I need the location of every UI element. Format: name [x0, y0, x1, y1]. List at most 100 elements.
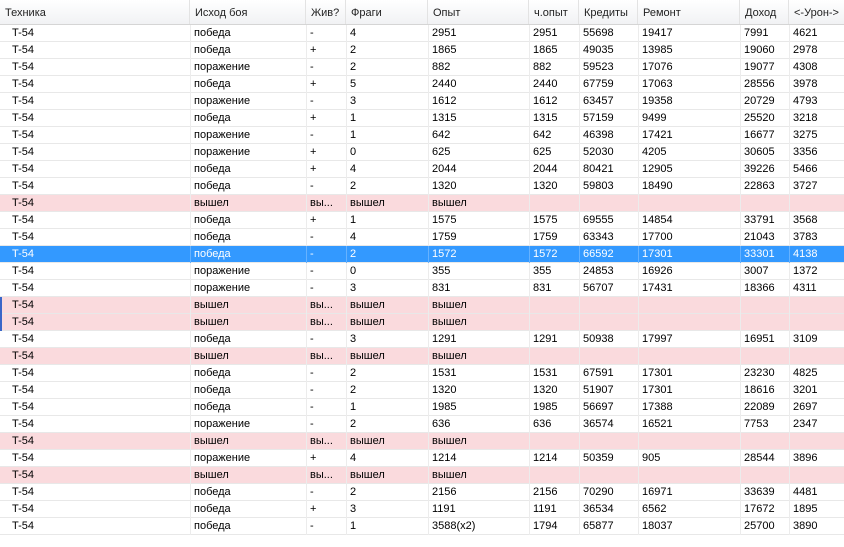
table-row[interactable]: T-54 победа -2 1320 1320 59803 18490 22863 3727 — [0, 178, 844, 195]
column-header-result[interactable]: Исход боя — [190, 0, 306, 24]
column-header-vehicle[interactable]: Техника — [0, 0, 190, 24]
cell-result: поражение — [190, 280, 306, 297]
table-row[interactable]: T-54 поражение -1 642 642 46398 17421 16677 3275 — [0, 127, 844, 144]
table-row[interactable]: T-54 вышел вы... вышел вышел — [0, 348, 844, 365]
cell-clean-exp: 2440 — [529, 76, 579, 93]
column-header-damage[interactable]: <-Урон-> — [789, 0, 844, 24]
column-header-row: Техника Исход боя Жив? Фраги Опыт ч.опыт… — [0, 0, 844, 25]
cell-exp: 2044 — [428, 161, 529, 178]
cell-vehicle: T-54 — [12, 486, 35, 498]
table-row[interactable]: T-54 победа -4 2951 2951 55698 19417 7991 4621 — [0, 25, 844, 42]
cell-alive: - — [306, 416, 346, 433]
table-row[interactable]: T-54 вышел вы... вышел вышел — [0, 314, 844, 331]
cell-income: 22863 — [740, 178, 789, 195]
table-row[interactable]: T-54 поражение -3 1612 1612 63457 19358 20729 47… — [0, 93, 844, 110]
cell-frags: 2 — [346, 416, 428, 433]
cell-frags: вышел — [346, 314, 428, 331]
column-header-alive[interactable]: Жив? — [306, 0, 346, 24]
cell-clean-exp — [529, 314, 579, 331]
cell-damage: 4138 — [789, 246, 844, 263]
table-row[interactable]: T-54 вышел вы... вышел вышел — [0, 195, 844, 212]
cell-result: вышел — [190, 467, 306, 484]
cell-credits — [579, 314, 638, 331]
cell-vehicle: T-54 — [12, 333, 35, 345]
cell-vehicle: T-54 — [12, 469, 35, 481]
table-row[interactable]: T-54 победа -3 1291 1291 50938 17997 16951 3109 — [0, 331, 844, 348]
cell-damage: 3783 — [789, 229, 844, 246]
table-row[interactable]: T-54 победа +5 2440 2440 67759 17063 28556 3978 — [0, 76, 844, 93]
cell-repair — [638, 467, 740, 484]
cell-exp: 1214 — [428, 450, 529, 467]
table-row[interactable]: T-54 победа +2 1865 1865 49035 13985 19060 2978 — [0, 42, 844, 59]
cell-repair: 16521 — [638, 416, 740, 433]
cell-vehicle: T-54 — [12, 61, 35, 73]
cell-credits — [579, 467, 638, 484]
column-header-frags[interactable]: Фраги — [346, 0, 428, 24]
column-header-exp[interactable]: Опыт — [428, 0, 529, 24]
table-row[interactable]: T-54 победа -2 1531 1531 67591 17301 23230 4825 — [0, 365, 844, 382]
table-row[interactable]: T-54 вышел вы... вышел вышел — [0, 433, 844, 450]
cell-income: 28544 — [740, 450, 789, 467]
cell-income: 33791 — [740, 212, 789, 229]
column-header-income[interactable]: Доход — [740, 0, 789, 24]
cell-clean-exp: 636 — [529, 416, 579, 433]
cell-income: 7991 — [740, 25, 789, 42]
cell-frags: 1 — [346, 110, 428, 127]
table-row[interactable]: T-54 поражение +0 625 625 52030 4205 30605 3356 — [0, 144, 844, 161]
cell-income — [740, 467, 789, 484]
table-row-selected[interactable]: T-54 победа -2 1572 1572 66592 17301 33301 4138 — [0, 246, 844, 263]
table-row[interactable]: T-54 победа -1 1985 1985 56697 17388 22089 2697 — [0, 399, 844, 416]
cell-repair — [638, 195, 740, 212]
table-row[interactable]: T-54 вышел вы... вышел вышел — [0, 467, 844, 484]
cell-credits: 67591 — [579, 365, 638, 382]
cell-damage — [789, 195, 844, 212]
cell-clean-exp: 1320 — [529, 382, 579, 399]
cell-exp: 882 — [428, 59, 529, 76]
table-row[interactable]: T-54 победа -2 2156 2156 70290 16971 33639 4481 — [0, 484, 844, 501]
table-row[interactable]: T-54 вышел вы... вышел вышел — [0, 297, 844, 314]
cell-frags: 2 — [346, 246, 428, 263]
cell-alive: вы... — [306, 348, 346, 365]
battle-results-grid[interactable]: Техника Исход боя Жив? Фраги Опыт ч.опыт… — [0, 0, 844, 547]
cell-clean-exp: 1214 — [529, 450, 579, 467]
cell-repair: 12905 — [638, 161, 740, 178]
cell-alive: + — [306, 42, 346, 59]
cell-vehicle: T-54 — [12, 248, 35, 260]
cell-exp: вышел — [428, 348, 529, 365]
cell-exp: вышел — [428, 467, 529, 484]
column-header-clean-exp[interactable]: ч.опыт — [529, 0, 579, 24]
table-row[interactable]: T-54 победа -2 1320 1320 51907 17301 18616 3201 — [0, 382, 844, 399]
table-row[interactable]: T-54 поражение -3 831 831 56707 17431 18366 4311 — [0, 280, 844, 297]
table-row[interactable]: T-54 победа -4 1759 1759 63343 17700 21043 3783 — [0, 229, 844, 246]
cell-damage: 3218 — [789, 110, 844, 127]
cell-alive: - — [306, 365, 346, 382]
table-row[interactable]: T-54 поражение -2 882 882 59523 17076 19077 4308 — [0, 59, 844, 76]
cell-clean-exp — [529, 433, 579, 450]
cell-damage: 3356 — [789, 144, 844, 161]
cell-clean-exp: 1985 — [529, 399, 579, 416]
table-row[interactable]: T-54 победа -1 3588(x2) 1794 65877 18037 25700 3… — [0, 518, 844, 535]
column-header-repair[interactable]: Ремонт — [638, 0, 740, 24]
cell-alive: + — [306, 161, 346, 178]
table-row[interactable]: T-54 поражение +4 1214 1214 50359 905 28544 3896 — [0, 450, 844, 467]
table-row[interactable]: T-54 поражение -2 636 636 36574 16521 7753 2347 — [0, 416, 844, 433]
table-row[interactable]: T-54 победа +4 2044 2044 80421 12905 39226 5466 — [0, 161, 844, 178]
cell-result: победа — [190, 229, 306, 246]
cell-credits: 36534 — [579, 501, 638, 518]
cell-result: победа — [190, 25, 306, 42]
cell-income: 28556 — [740, 76, 789, 93]
cell-clean-exp: 1612 — [529, 93, 579, 110]
cell-income: 33301 — [740, 246, 789, 263]
cell-repair: 19417 — [638, 25, 740, 42]
column-header-credits[interactable]: Кредиты — [579, 0, 638, 24]
table-row[interactable]: T-54 победа +1 1575 1575 69555 14854 33791 3568 — [0, 212, 844, 229]
cell-frags: 1 — [346, 127, 428, 144]
cell-vehicle: T-54 — [12, 112, 35, 124]
cell-vehicle: T-54 — [12, 299, 35, 311]
cell-income: 16677 — [740, 127, 789, 144]
table-row[interactable]: T-54 победа +3 1191 1191 36534 6562 17672 1895 — [0, 501, 844, 518]
table-row[interactable]: T-54 поражение -0 355 355 24853 16926 3007 1372 — [0, 263, 844, 280]
cell-repair: 17700 — [638, 229, 740, 246]
cell-clean-exp — [529, 467, 579, 484]
table-row[interactable]: T-54 победа +1 1315 1315 57159 9499 25520 3218 — [0, 110, 844, 127]
